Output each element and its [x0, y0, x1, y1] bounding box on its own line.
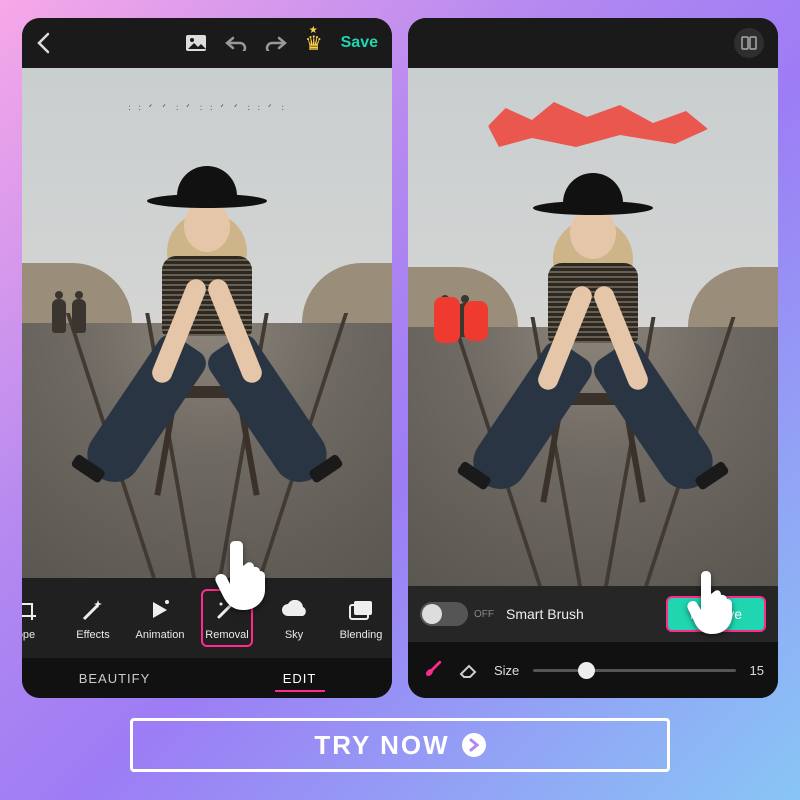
undo-icon[interactable]: [225, 35, 247, 51]
remove-button[interactable]: Remove: [666, 596, 766, 632]
back-icon[interactable]: [36, 32, 50, 54]
size-slider[interactable]: [533, 669, 735, 672]
tool-sky[interactable]: Sky: [268, 595, 320, 641]
subject-person: [107, 166, 307, 496]
tool-crop[interactable]: ope: [22, 595, 52, 641]
cta-label: TRY NOW: [314, 730, 449, 761]
brush-icon[interactable]: [422, 656, 444, 684]
redo-icon[interactable]: [265, 35, 287, 51]
size-label: Size: [494, 663, 519, 678]
tool-removal[interactable]: Removal: [201, 589, 253, 647]
premium-crown-icon[interactable]: ♛: [305, 31, 323, 56]
wand-icon: [78, 595, 108, 625]
tool-row: ope Effects Animation Removal Sky Blendi…: [22, 578, 392, 658]
magic-eraser-icon: [212, 595, 242, 625]
play-sparkle-icon: [145, 595, 175, 625]
tool-animation[interactable]: Animation: [134, 595, 186, 641]
layers-icon: [346, 595, 376, 625]
editor-topbar: ♛ Save: [22, 18, 392, 68]
phone-left: ♛ Save ׃ ׃ ᐟ ᐟ ׃ ᐟ ׃ ׃ ᐟ ᐟ ׃ ׃ ᐟ ׃: [22, 18, 392, 698]
chevron-right-icon: [462, 733, 486, 757]
tool-effects[interactable]: Effects: [67, 595, 119, 641]
toggle-state-label: OFF: [474, 609, 494, 620]
image-icon[interactable]: [185, 34, 207, 52]
background-people: [52, 299, 86, 333]
save-button[interactable]: Save: [341, 34, 378, 52]
try-now-button[interactable]: TRY NOW: [130, 718, 670, 772]
canvas[interactable]: ׃ ׃ ᐟ ᐟ ׃ ᐟ ׃ ׃ ᐟ ᐟ ׃ ׃ ᐟ ׃: [22, 68, 392, 578]
cloud-icon: [279, 595, 309, 625]
phone-right: OFF Smart Brush Remove Size 15: [408, 18, 778, 698]
birds-decoration: ׃ ׃ ᐟ ᐟ ׃ ᐟ ׃ ׃ ᐟ ᐟ ׃ ׃ ᐟ ׃: [128, 103, 285, 112]
tab-beautify[interactable]: BEAUTIFY: [22, 658, 207, 698]
mode-tabs: BEAUTIFY EDIT: [22, 658, 392, 698]
removal-topbar: [408, 18, 778, 68]
tab-edit[interactable]: EDIT: [207, 658, 392, 698]
smart-brush-label: Smart Brush: [506, 606, 654, 622]
smart-brush-toggle[interactable]: [420, 602, 468, 626]
eraser-icon[interactable]: [458, 659, 480, 681]
smart-brush-row: OFF Smart Brush Remove: [408, 586, 778, 642]
compare-icon[interactable]: [734, 28, 764, 58]
tool-blending[interactable]: Blending: [335, 595, 387, 641]
crop-icon: [22, 595, 41, 625]
size-value: 15: [750, 663, 764, 678]
brush-size-row: Size 15: [408, 642, 778, 698]
canvas-masked[interactable]: [408, 68, 778, 586]
mask-stroke-people: [434, 293, 494, 343]
